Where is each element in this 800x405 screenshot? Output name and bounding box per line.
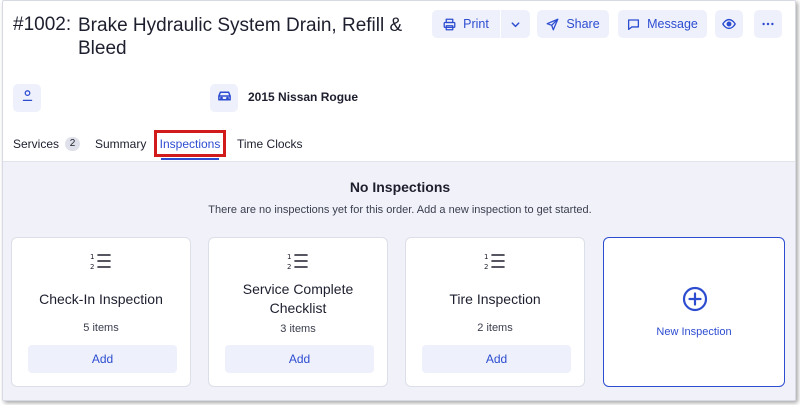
message-button[interactable]: Message bbox=[618, 10, 707, 38]
tab-inspections[interactable]: Inspections bbox=[154, 130, 226, 157]
message-label: Message bbox=[647, 17, 698, 31]
svg-text:2: 2 bbox=[484, 263, 488, 271]
tab-label: Time Clocks bbox=[237, 137, 303, 151]
inspections-panel: No Inspections There are no inspections … bbox=[3, 162, 795, 400]
chevron-down-icon bbox=[510, 19, 521, 30]
tab-label: Inspections bbox=[159, 136, 221, 151]
svg-text:2: 2 bbox=[90, 263, 94, 271]
share-button[interactable]: Share bbox=[537, 10, 609, 38]
watch-button[interactable] bbox=[715, 10, 743, 38]
car-icon bbox=[217, 88, 232, 108]
tab-label: Summary bbox=[95, 137, 147, 151]
print-button[interactable]: Print bbox=[432, 10, 500, 38]
tab-summary[interactable]: Summary bbox=[95, 137, 146, 151]
card-title: Tire Inspection bbox=[449, 291, 541, 307]
add-inspection-button[interactable]: Add bbox=[225, 345, 374, 373]
order-number: #1002: bbox=[13, 14, 72, 35]
order-panel: #1002: Brake Hydraulic System Drain, Ref… bbox=[2, 0, 796, 401]
numbered-list-icon: 12 bbox=[484, 251, 506, 276]
tab-time-clocks[interactable]: Time Clocks bbox=[237, 137, 303, 151]
message-icon bbox=[627, 18, 640, 31]
add-inspection-button[interactable]: Add bbox=[422, 345, 571, 373]
plus-circle-icon bbox=[682, 286, 708, 317]
print-options-button[interactable] bbox=[501, 10, 530, 38]
customer-chip[interactable] bbox=[13, 84, 41, 112]
person-icon bbox=[21, 89, 34, 107]
inspection-template-card: 12 Tire Inspection 2 items Add bbox=[405, 237, 585, 387]
add-inspection-button[interactable]: Add bbox=[28, 345, 177, 373]
inspection-template-card: 12 Check-In Inspection 5 items Add bbox=[11, 237, 191, 387]
tab-services[interactable]: Services 2 bbox=[13, 137, 81, 151]
vehicle-chip[interactable] bbox=[210, 84, 238, 112]
card-item-count: 5 items bbox=[83, 322, 119, 334]
inspection-template-card: 12 Service Complete Checklist 3 items Ad… bbox=[208, 237, 388, 387]
svg-text:1: 1 bbox=[90, 253, 94, 261]
svg-text:1: 1 bbox=[484, 253, 488, 261]
svg-text:2: 2 bbox=[287, 263, 291, 271]
print-label: Print bbox=[463, 17, 489, 31]
vehicle-name: 2015 Nissan Rogue bbox=[248, 90, 359, 104]
empty-state-message: There are no inspections yet for this or… bbox=[208, 204, 592, 216]
order-title: Brake Hydraulic System Drain, Refill & B… bbox=[78, 15, 403, 59]
new-inspection-label: New Inspection bbox=[656, 326, 732, 338]
new-inspection-card[interactable]: New Inspection bbox=[603, 237, 785, 387]
card-item-count: 2 items bbox=[477, 322, 513, 334]
card-title: Service Complete Checklist bbox=[242, 281, 354, 316]
more-icon bbox=[761, 17, 775, 31]
card-title: Check-In Inspection bbox=[39, 291, 163, 307]
card-item-count: 3 items bbox=[280, 323, 316, 335]
tab-label: Services bbox=[13, 137, 60, 151]
svg-text:1: 1 bbox=[287, 253, 291, 261]
empty-state-title: No Inspections bbox=[349, 179, 451, 195]
numbered-list-icon: 12 bbox=[287, 251, 309, 276]
services-count-badge: 2 bbox=[65, 137, 81, 151]
active-tab-indicator bbox=[161, 158, 219, 160]
send-icon bbox=[546, 18, 559, 31]
share-label: Share bbox=[566, 17, 600, 31]
eye-icon bbox=[722, 17, 736, 31]
printer-icon bbox=[443, 18, 456, 31]
more-button[interactable] bbox=[754, 10, 782, 38]
numbered-list-icon: 12 bbox=[90, 251, 112, 276]
